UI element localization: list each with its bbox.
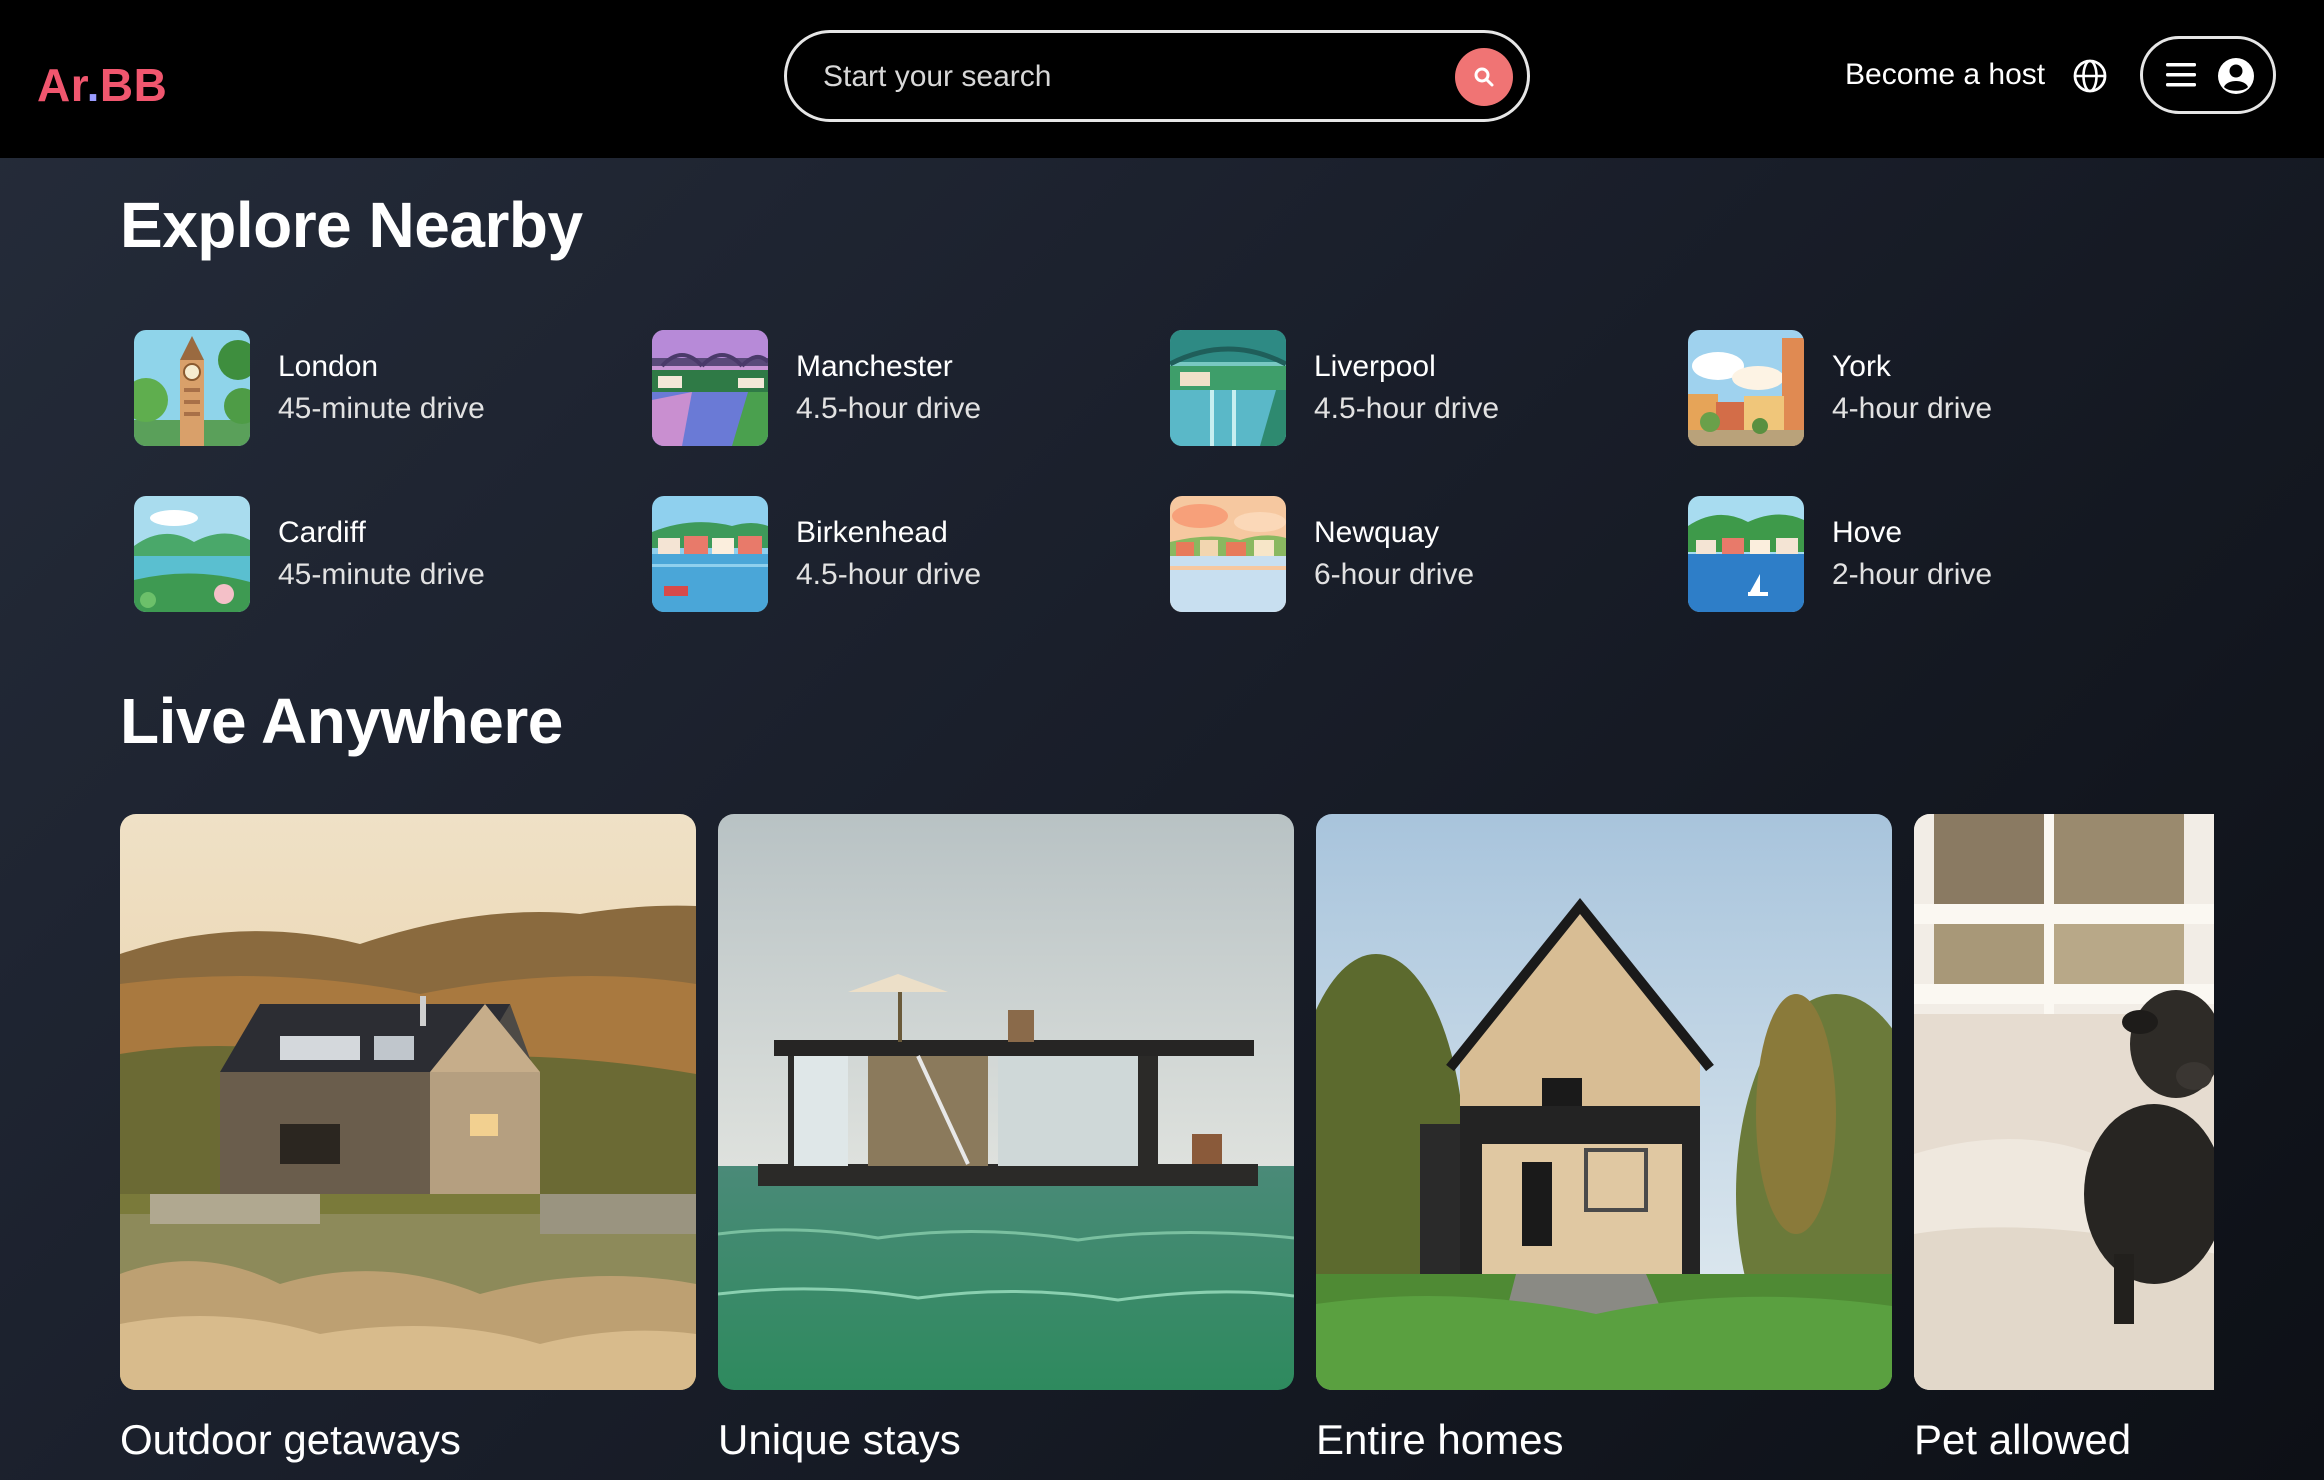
nearby-item-birkenhead[interactable]: Birkenhead 4.5-hour drive: [652, 496, 1170, 612]
card-unique-stays[interactable]: Unique stays: [718, 814, 1294, 1463]
logo-dot: .: [86, 59, 100, 111]
menu-icon: [2166, 63, 2196, 87]
search-button[interactable]: [1455, 48, 1513, 106]
pet-allowed-image: [1914, 814, 2214, 1390]
london-thumbnail: [134, 330, 250, 446]
place-distance: 4.5-hour drive: [796, 558, 982, 591]
live-anywhere-title: Live Anywhere: [120, 685, 563, 757]
place-name: York: [1832, 350, 1891, 383]
place-distance: 4.5-hour drive: [1314, 392, 1500, 425]
outdoor-getaways-image: [120, 814, 696, 1390]
user-avatar-icon: [2218, 58, 2254, 94]
explore-nearby-grid: London 45-minute drive Manchester 4.5-ho…: [134, 330, 2224, 616]
search-icon: [1474, 67, 1494, 87]
unique-stays-image: [718, 814, 1294, 1390]
birkenhead-thumbnail: [652, 496, 768, 612]
logo-text: Ar: [37, 59, 87, 111]
place-name: Liverpool: [1314, 350, 1436, 383]
nearby-item-manchester[interactable]: Manchester 4.5-hour drive: [652, 330, 1170, 446]
cardiff-thumbnail: [134, 496, 250, 612]
top-header: Ar.BB Become a host: [0, 0, 2324, 158]
place-name: London: [278, 350, 379, 383]
logo-text-end: BB: [99, 59, 168, 111]
entire-homes-image: [1316, 814, 1892, 1390]
place-distance: 4-hour drive: [1832, 392, 1993, 425]
card-title: Outdoor getaways: [120, 1416, 461, 1463]
card-pet-allowed[interactable]: Pet allowed: [1914, 814, 2214, 1463]
nearby-item-newquay[interactable]: Newquay 6-hour drive: [1170, 496, 1688, 612]
place-distance: 45-minute drive: [278, 558, 485, 591]
nearby-item-york[interactable]: York 4-hour drive: [1688, 330, 2206, 446]
place-distance: 6-hour drive: [1314, 558, 1475, 591]
york-thumbnail: [1688, 330, 1804, 446]
globe-icon[interactable]: [2072, 58, 2108, 94]
place-distance: 45-minute drive: [278, 392, 485, 425]
place-name: Newquay: [1314, 516, 1440, 549]
card-outdoor-getaways[interactable]: Outdoor getaways: [120, 814, 696, 1463]
place-name: Manchester: [796, 350, 953, 383]
place-name: Birkenhead: [796, 516, 948, 549]
nearby-item-liverpool[interactable]: Liverpool 4.5-hour drive: [1170, 330, 1688, 446]
nearby-item-hove[interactable]: Hove 2-hour drive: [1688, 496, 2206, 612]
search-bar[interactable]: [784, 30, 1530, 122]
user-menu-button[interactable]: [2140, 36, 2276, 114]
card-title: Entire homes: [1316, 1416, 1564, 1463]
place-name: Hove: [1832, 516, 1903, 549]
nearby-item-london[interactable]: London 45-minute drive: [134, 330, 652, 446]
place-distance: 2-hour drive: [1832, 558, 1993, 591]
manchester-thumbnail: [652, 330, 768, 446]
live-anywhere-carousel: Outdoor getaways Unique stays Entire hom…: [120, 814, 2214, 1480]
search-input[interactable]: [823, 53, 1423, 101]
logo[interactable]: Ar.BB: [37, 58, 167, 112]
become-host-link[interactable]: Become a host: [1845, 58, 2045, 92]
newquay-thumbnail: [1170, 496, 1286, 612]
card-entire-homes[interactable]: Entire homes: [1316, 814, 1892, 1463]
liverpool-thumbnail: [1170, 330, 1286, 446]
place-name: Cardiff: [278, 516, 366, 549]
card-title: Unique stays: [718, 1416, 961, 1463]
hove-thumbnail: [1688, 496, 1804, 612]
card-title: Pet allowed: [1914, 1416, 2132, 1463]
explore-nearby-title: Explore Nearby: [120, 189, 583, 261]
nearby-item-cardiff[interactable]: Cardiff 45-minute drive: [134, 496, 652, 612]
place-distance: 4.5-hour drive: [796, 392, 982, 425]
